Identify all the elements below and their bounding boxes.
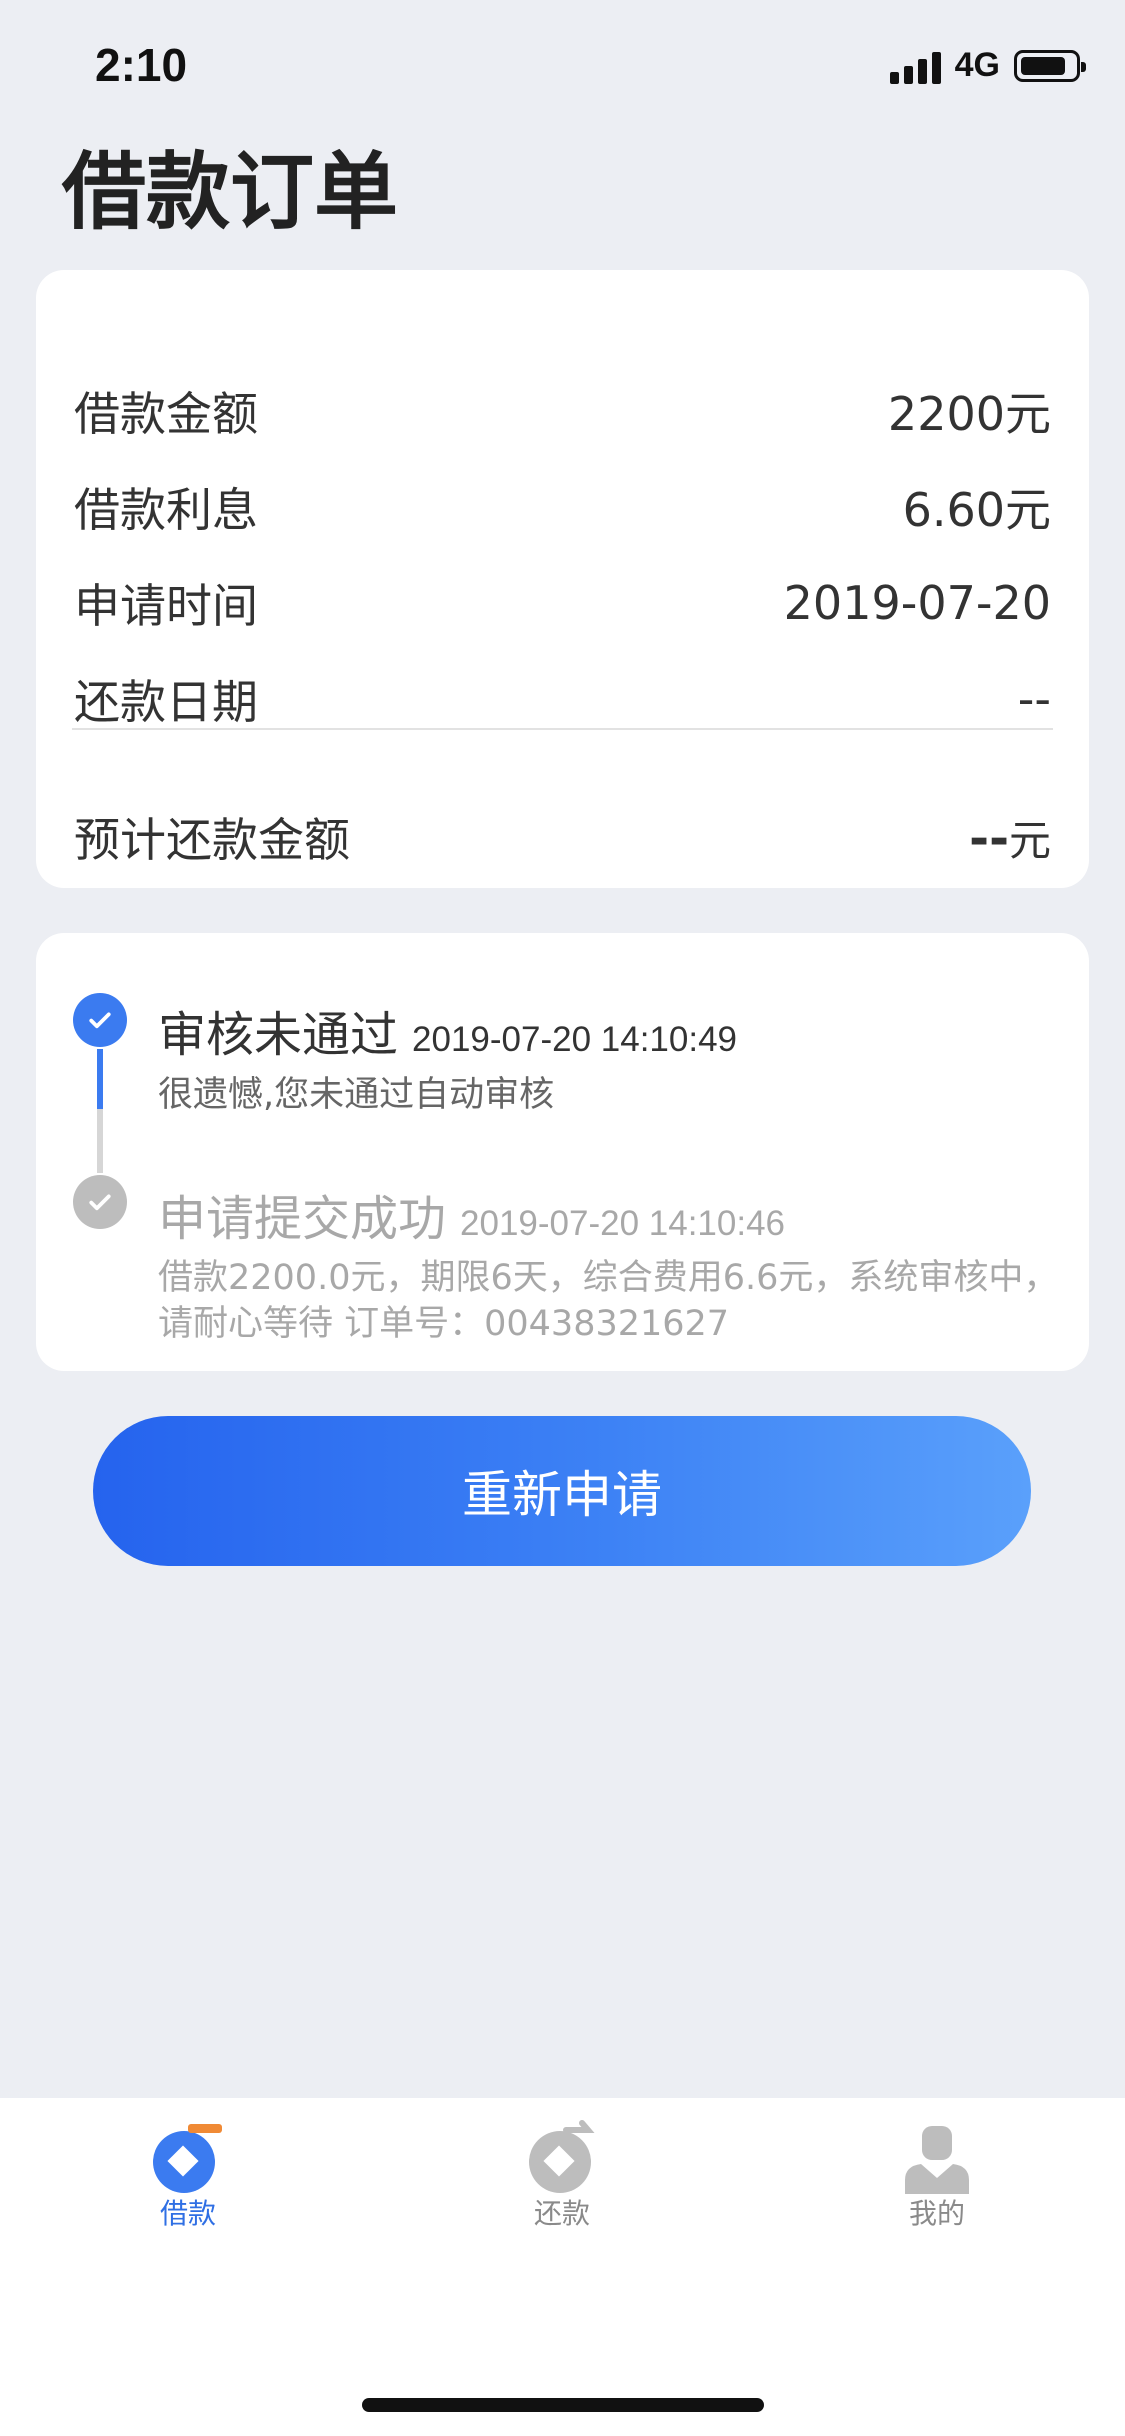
home-indicator[interactable] [362, 2398, 764, 2412]
step-desc: 请耐心等待 订单号：00438321627 [158, 1304, 730, 1344]
tab-label: 还款 [533, 2197, 590, 2230]
summary-label: 申请时间 [74, 579, 258, 633]
network-type: 4G [954, 46, 1000, 84]
profile-icon [897, 2118, 977, 2198]
status-bar: 2:10 4G [0, 0, 1125, 140]
tab-repay[interactable]: 还款 [462, 2098, 662, 2248]
summary-label: 借款金额 [74, 387, 258, 441]
timeline-connector [97, 1109, 103, 1173]
timeline-step-rejected: 审核未通过 2019-07-20 14:10:49 [158, 995, 737, 1065]
tab-bar: 借款 还款 我的 [0, 2098, 1125, 2436]
check-icon [73, 1175, 127, 1229]
step-title: 申请提交成功 [158, 1191, 447, 1247]
step-time: 2019-07-20 14:10:49 [412, 1020, 738, 1059]
check-icon [73, 993, 127, 1047]
summary-row-apply-time: 申请时间 2019-07-20 [74, 568, 1051, 638]
tab-label: 我的 [908, 2197, 965, 2230]
summary-row-amount: 借款金额 2200元 [74, 376, 1051, 446]
step-time: 2019-07-20 14:10:46 [460, 1204, 786, 1243]
summary-value: 2019-07-20 [783, 576, 1051, 630]
total-value: --元 [969, 807, 1051, 868]
tab-profile[interactable]: 我的 [837, 2098, 1037, 2248]
total-amount: -- [969, 810, 1009, 867]
repay-icon [522, 2118, 602, 2198]
review-timeline-card: 审核未通过 2019-07-20 14:10:49 很遗憾,您未通过自动审核 申请… [36, 933, 1089, 1371]
status-indicators: 4G [889, 46, 1086, 85]
order-summary-card: 借款金额 2200元 借款利息 6.60元 申请时间 2019-07-20 还款… [36, 270, 1089, 888]
summary-label: 借款利息 [74, 483, 258, 537]
timeline-step-submitted: 申请提交成功 2019-07-20 14:10:46 [158, 1179, 785, 1249]
page-title: 借款订单 [62, 143, 399, 241]
summary-label: 还款日期 [74, 675, 258, 729]
tab-loan[interactable]: 借款 [88, 2098, 288, 2248]
battery-icon [1014, 49, 1086, 82]
tab-label: 借款 [159, 2197, 216, 2230]
summary-row-interest: 借款利息 6.60元 [74, 472, 1051, 542]
total-label: 预计还款金额 [74, 813, 350, 867]
signal-icon [889, 48, 941, 84]
reapply-button[interactable]: 重新申请 [93, 1416, 1031, 1566]
summary-value: 6.60元 [902, 483, 1051, 537]
summary-value: 2200元 [887, 387, 1051, 441]
total-unit: 元 [1008, 815, 1051, 865]
step-desc: 借款2200.0元，期限6天，综合费用6.6元，系统审核中， [158, 1258, 1059, 1298]
step-title: 审核未通过 [158, 1007, 399, 1063]
divider [72, 728, 1053, 730]
timeline-connector-active [97, 1049, 103, 1109]
loan-icon [148, 2118, 228, 2198]
status-time: 2:10 [95, 39, 188, 91]
summary-value: -- [1017, 672, 1051, 726]
summary-row-total: 预计还款金额 --元 [74, 802, 1051, 872]
summary-row-repay-date: 还款日期 -- [74, 664, 1051, 734]
step-desc: 很遗憾,您未通过自动审核 [158, 1075, 555, 1115]
